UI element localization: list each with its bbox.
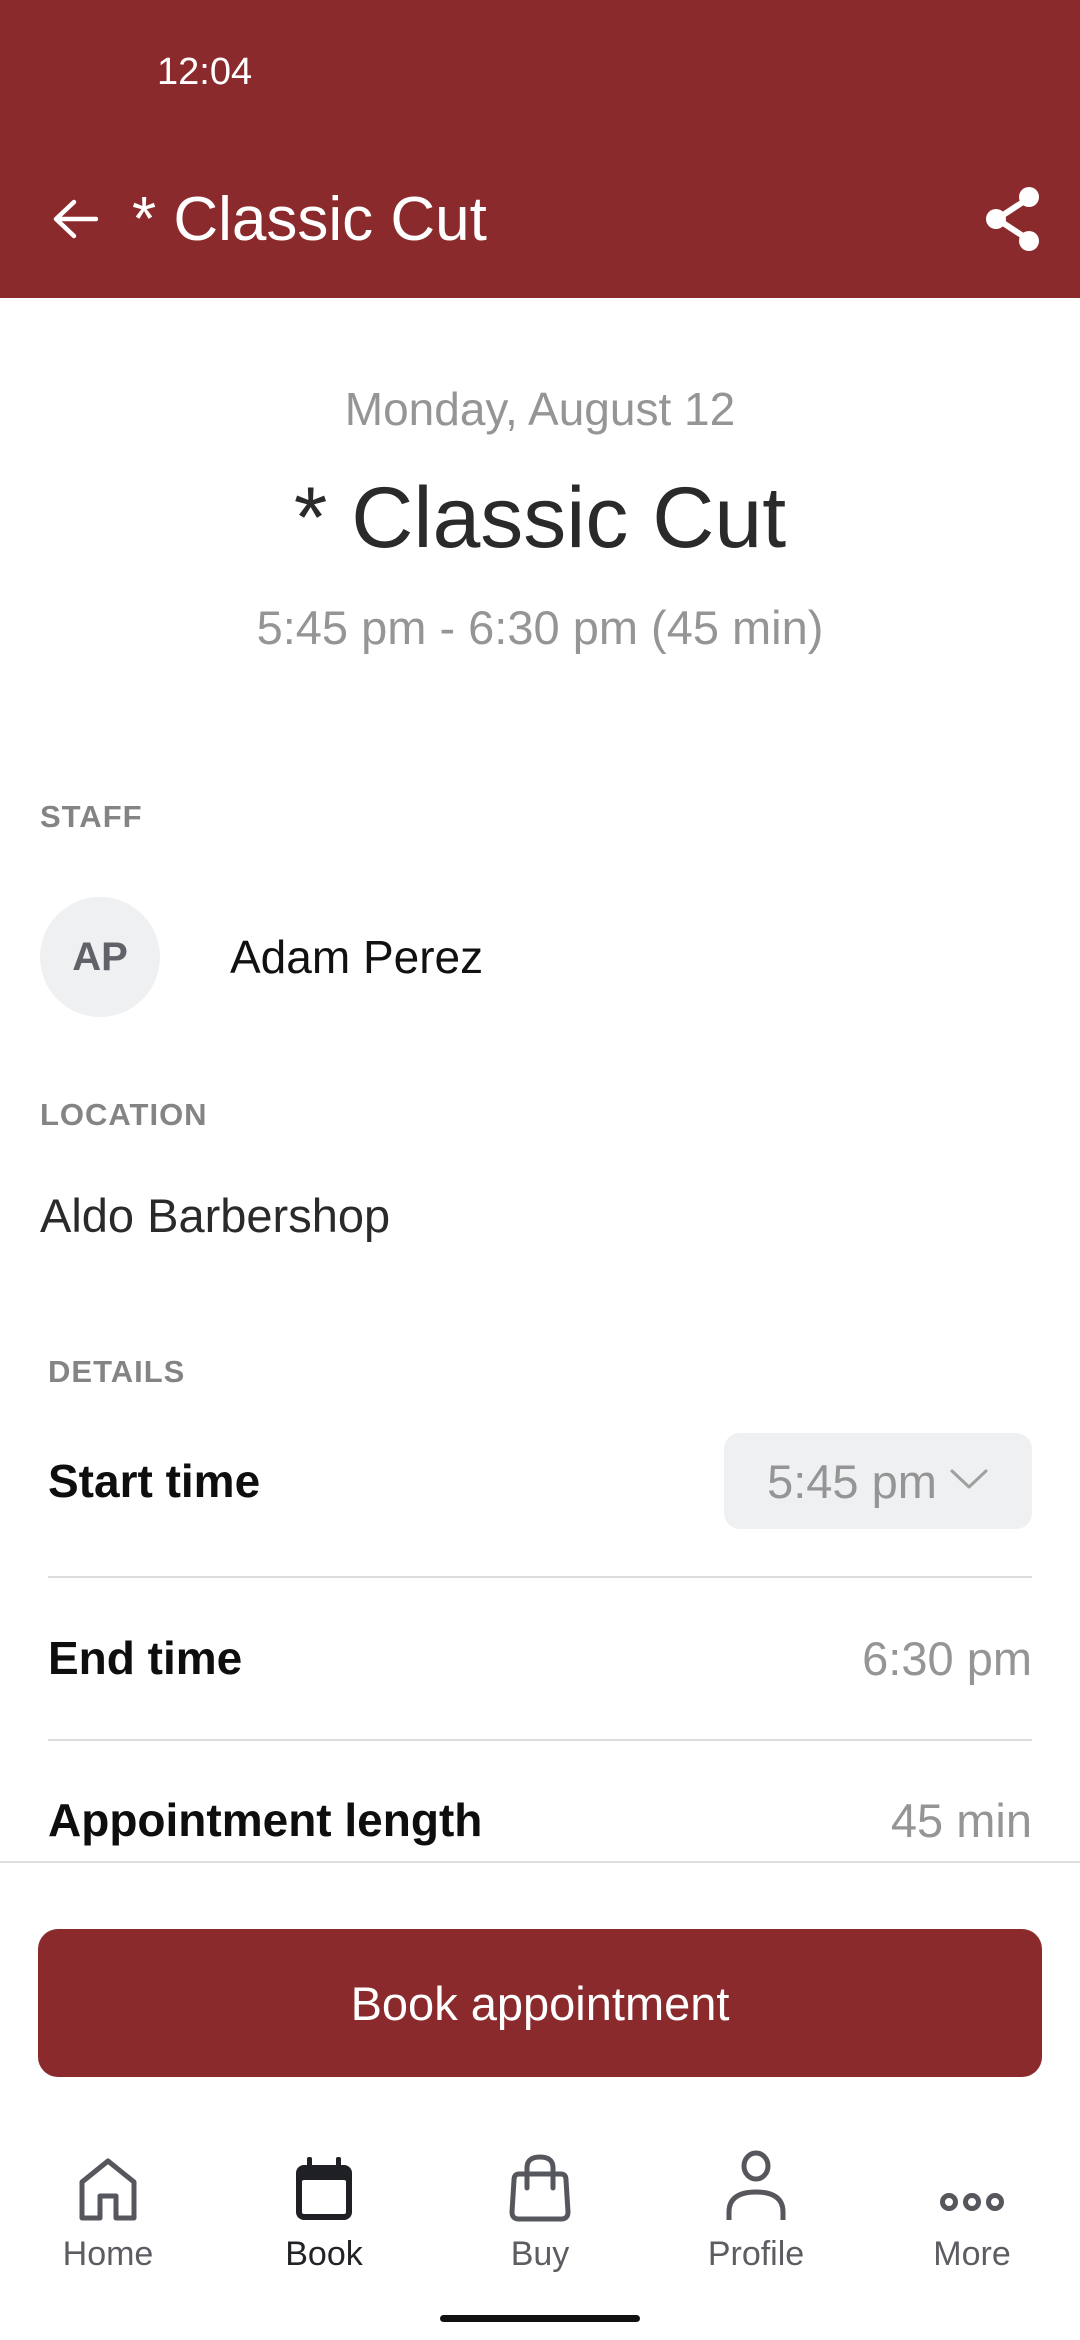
- location-section-label: LOCATION: [40, 1097, 208, 1132]
- end-time-value: 6:30 pm: [862, 1631, 1032, 1685]
- appointment-length-label: Appointment length: [48, 1794, 483, 1846]
- tab-book-label: Book: [285, 2235, 363, 2273]
- tab-more[interactable]: More: [864, 2150, 1080, 2290]
- status-bar-time: 12:04: [157, 51, 253, 93]
- shopping-bag-icon: [505, 2150, 575, 2222]
- avatar: AP: [40, 897, 160, 1017]
- tab-profile[interactable]: Profile: [648, 2150, 864, 2290]
- more-dots-icon: [937, 2150, 1007, 2222]
- app-bar-title: * Classic Cut: [132, 185, 487, 254]
- tab-home[interactable]: Home: [0, 2150, 216, 2290]
- start-time-select[interactable]: 5:45 pm: [724, 1433, 1032, 1529]
- bottom-tab-bar: Home Book Buy Profile More: [0, 2150, 1080, 2290]
- staff-member-row[interactable]: AP Adam Perez: [40, 897, 1040, 1017]
- appointment-date: Monday, August 12: [344, 383, 736, 435]
- tab-buy-label: Buy: [510, 2235, 570, 2273]
- divider: [48, 1576, 1032, 1578]
- app-bar: 12:04 * Classic Cut: [0, 0, 1080, 298]
- service-title: * Classic Cut: [293, 470, 787, 566]
- end-time-row: End time 6:30 pm: [48, 1620, 1032, 1696]
- share-button[interactable]: [976, 180, 1050, 262]
- location-name: Aldo Barbershop: [40, 1189, 391, 1242]
- person-icon: [721, 2150, 791, 2222]
- appointment-length-value: 45 min: [890, 1793, 1032, 1847]
- tab-book[interactable]: Book: [216, 2150, 432, 2290]
- start-time-label: Start time: [48, 1455, 261, 1507]
- staff-section-label: STAFF: [40, 799, 143, 834]
- end-time-label: End time: [48, 1632, 243, 1684]
- home-icon: [73, 2150, 143, 2222]
- share-icon: [983, 186, 1043, 257]
- calendar-icon: [289, 2150, 359, 2222]
- back-button[interactable]: [40, 186, 110, 256]
- appointment-time-range: 5:45 pm - 6:30 pm (45 min): [256, 601, 824, 654]
- start-time-value: 5:45 pm: [767, 1454, 937, 1508]
- chevron-down-icon: [949, 1467, 989, 1496]
- details-section-label: DETAILS: [48, 1354, 186, 1389]
- appointment-length-row: Appointment length 45 min: [48, 1782, 1032, 1858]
- start-time-row: Start time 5:45 pm: [48, 1433, 1032, 1529]
- home-indicator[interactable]: [440, 2315, 640, 2322]
- staff-name: Adam Perez: [230, 931, 484, 983]
- book-appointment-button[interactable]: Book appointment: [38, 1929, 1042, 2077]
- tab-home-label: Home: [62, 2235, 154, 2273]
- arrow-left-icon: [52, 199, 99, 244]
- divider: [48, 1739, 1032, 1741]
- tab-profile-label: Profile: [707, 2235, 805, 2273]
- content-bottom-border: [0, 1861, 1080, 1863]
- tab-buy[interactable]: Buy: [432, 2150, 648, 2290]
- tab-more-label: More: [933, 2235, 1011, 2273]
